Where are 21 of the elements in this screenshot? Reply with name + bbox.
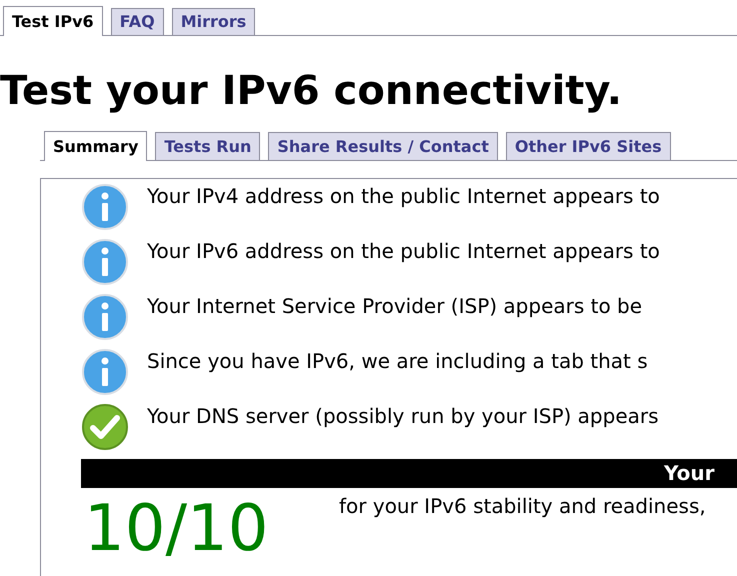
tab[interactable]: Summary	[44, 131, 148, 161]
result-text: Since you have IPv6, we are including a tab that s	[147, 348, 648, 375]
result-text: Your IPv4 address on the public Internet appears to	[147, 183, 660, 210]
score-banner: Your	[81, 459, 737, 488]
tab[interactable]: FAQ	[110, 8, 164, 35]
tab[interactable]: Other IPv6 Sites	[506, 132, 671, 160]
page-heading: Test your IPv6 connectivity.	[0, 71, 623, 111]
score-value: 10/10	[84, 497, 270, 561]
info-icon	[81, 183, 129, 231]
tab[interactable]: Mirrors	[172, 8, 256, 35]
tab[interactable]: Test IPv6	[3, 6, 103, 36]
result-text: Your Internet Service Provider (ISP) appears to be	[147, 293, 642, 320]
info-icon	[81, 238, 129, 286]
result-text: Your IPv6 address on the public Internet appears to	[147, 238, 660, 265]
score-caption: for your IPv6 stability and readiness,	[339, 493, 706, 520]
info-icon	[81, 293, 129, 341]
tab[interactable]: Tests Run	[155, 132, 260, 160]
result-text: Your DNS server (possibly run by your ISP) appears	[147, 403, 659, 430]
checkmark-icon	[81, 403, 129, 451]
tab[interactable]: Share Results / Contact	[268, 132, 498, 160]
info-icon	[81, 348, 129, 396]
